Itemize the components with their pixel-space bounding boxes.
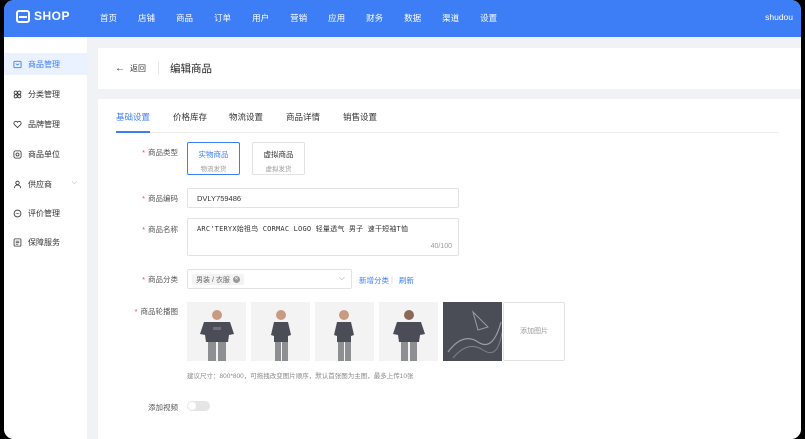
top-navigation-bar: SHOP 首页 店铺 商品 订单 用户 营销 应用 财务 数据 渠道 设置 sh… (4, 0, 801, 37)
sidebar-item-product-units[interactable]: 商品单位 (4, 143, 87, 165)
product-name-textarea[interactable]: ARC'TERYX始祖鸟 CORMAC LOGO 轻量透气 男子 速干短袖T恤 … (187, 218, 459, 256)
nav-item-products[interactable]: 商品 (176, 0, 193, 37)
target-icon (12, 149, 22, 159)
toggle-knob (188, 402, 196, 410)
product-category-select[interactable]: 男装 / 衣服 ✕ ⌵ (187, 269, 352, 289)
category-tag: 男装 / 衣服 ✕ (192, 274, 244, 285)
model-side-image (315, 302, 374, 361)
nav-item-channels[interactable]: 渠道 (442, 0, 459, 37)
nav-item-home[interactable]: 首页 (100, 0, 117, 37)
add-category-link[interactable]: 新增分类 (359, 275, 389, 286)
option-subtitle: 物流发货 (200, 166, 227, 173)
page-header: ← 返回 编辑商品 (98, 48, 801, 89)
arrow-left-icon: ← (115, 62, 125, 74)
brand-logo[interactable]: SHOP (16, 9, 70, 23)
chevron-down-icon: ⌵ (338, 273, 345, 282)
category-tag-label: 男装 / 衣服 (196, 276, 230, 284)
refresh-link[interactable]: 刷新 (399, 275, 414, 286)
sidebar-item-label: 商品单位 (28, 149, 60, 159)
form-tabs: 基础设置 价格库存 物流设置 商品详情 销售设置 (116, 99, 779, 133)
active-tab-indicator (116, 131, 150, 133)
required-mark: * (142, 148, 145, 157)
physical-product-option[interactable]: 实物商品 物流发货 (187, 142, 240, 175)
sidebar-item-suppliers[interactable]: 供应商 ⌵ (4, 173, 87, 195)
required-mark: * (142, 225, 145, 234)
tab-sales-settings[interactable]: 销售设置 (343, 111, 377, 123)
sidebar: 商品管理 分类管理 品牌管理 商品单位 供应商 ⌵ 评价管理 保障服务 (4, 37, 87, 439)
image-upload-hint: 建议尺寸：800*800，可拖拽改变图片顺序，默认首张图为主图，最多上传10张 (187, 373, 414, 380)
brand-name: SHOP (34, 9, 71, 23)
char-counter: 40/100 (430, 243, 452, 250)
required-mark: * (134, 307, 138, 316)
close-icon[interactable]: ✕ (232, 276, 240, 283)
product-image-3[interactable] (315, 302, 374, 361)
sidebar-item-label: 供应商 (28, 179, 52, 189)
required-mark: * (142, 194, 145, 203)
nav-item-users[interactable]: 用户 (252, 0, 269, 37)
sidebar-item-label: 商品管理 (28, 59, 60, 69)
sidebar-item-review-management[interactable]: 评价管理 (4, 202, 87, 224)
back-label: 返回 (130, 64, 146, 73)
add-image-button[interactable]: 添加图片 (503, 302, 565, 361)
product-code-value: DVLY759486 (197, 194, 242, 203)
carousel-images-label: * 商品轮播图 (134, 307, 178, 316)
option-subtitle: 虚拟发货 (265, 166, 292, 173)
tab-logistics-settings[interactable]: 物流设置 (229, 111, 263, 123)
option-title: 虚拟商品 (263, 150, 294, 159)
link-separator: | (391, 275, 393, 284)
person-icon (12, 179, 22, 189)
product-name-label: * 商品名称 (142, 225, 178, 234)
product-category-label: * 商品分类 (142, 275, 178, 284)
shop-icon (16, 9, 30, 23)
user-name[interactable]: shudou (765, 12, 793, 22)
back-button[interactable]: ← 返回 (115, 63, 146, 74)
app-window: SHOP 首页 店铺 商品 订单 用户 营销 应用 财务 数据 渠道 设置 sh… (4, 0, 801, 439)
tab-basic-settings[interactable]: 基础设置 (116, 111, 150, 123)
nav-item-marketing[interactable]: 营销 (290, 0, 307, 37)
sidebar-item-label: 保障服务 (28, 237, 60, 247)
model-back-image (379, 302, 438, 361)
virtual-product-option[interactable]: 虚拟商品 虚拟发货 (252, 142, 305, 175)
heart-icon (12, 119, 22, 129)
nav-item-finance[interactable]: 财务 (366, 0, 383, 37)
model-front-image (187, 302, 246, 361)
nav-item-data[interactable]: 数据 (404, 0, 421, 37)
product-image-1[interactable] (187, 302, 246, 361)
sidebar-item-service-guarantee[interactable]: 保障服务 (4, 231, 87, 253)
sidebar-item-product-management[interactable]: 商品管理 (4, 53, 87, 75)
product-image-5[interactable] (443, 302, 502, 361)
product-code-label: * 商品编码 (142, 194, 178, 203)
nav-item-apps[interactable]: 应用 (328, 0, 345, 37)
fabric-closeup-image (443, 302, 502, 361)
add-video-label: 添加视频 (148, 403, 178, 412)
divider (158, 62, 159, 74)
product-image-4[interactable] (379, 302, 438, 361)
nav-item-settings[interactable]: 设置 (480, 0, 497, 37)
tab-product-details[interactable]: 商品详情 (286, 111, 320, 123)
model-side-image (251, 302, 310, 361)
sidebar-item-brand-management[interactable]: 品牌管理 (4, 113, 87, 135)
sidebar-item-category-management[interactable]: 分类管理 (4, 83, 87, 105)
product-image-2[interactable] (251, 302, 310, 361)
nav-item-orders[interactable]: 订单 (214, 0, 231, 37)
add-video-toggle[interactable] (187, 401, 210, 411)
list-icon (12, 237, 22, 247)
edit-product-form: 基础设置 价格库存 物流设置 商品详情 销售设置 * 商品类型 实物商品 物流发货… (98, 99, 801, 439)
product-code-input[interactable]: DVLY759486 (187, 188, 459, 208)
page-title: 编辑商品 (170, 63, 212, 75)
box-icon (12, 59, 22, 69)
sidebar-item-label: 评价管理 (28, 208, 60, 218)
tab-price-inventory[interactable]: 价格库存 (173, 111, 207, 123)
product-type-label: * 商品类型 (142, 148, 178, 157)
option-title: 实物商品 (198, 150, 229, 159)
chat-icon (12, 208, 22, 218)
sidebar-item-label: 品牌管理 (28, 119, 60, 129)
sidebar-item-label: 分类管理 (28, 89, 60, 99)
required-mark: * (142, 275, 145, 284)
chevron-down-icon: ⌵ (71, 179, 77, 186)
nav-item-store[interactable]: 店铺 (138, 0, 155, 37)
main-nav: 首页 店铺 商品 订单 用户 营销 应用 财务 数据 渠道 设置 (100, 0, 518, 37)
grid-icon (12, 89, 22, 99)
product-name-value: ARC'TERYX始祖鸟 CORMAC LOGO 轻量透气 男子 速干短袖T恤 (197, 225, 409, 233)
